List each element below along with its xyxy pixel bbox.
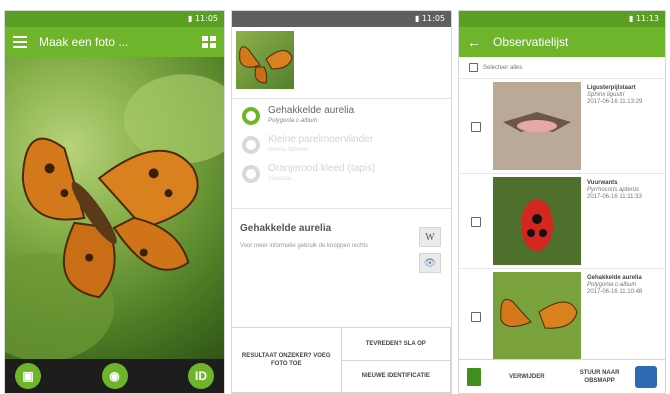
trash-icon[interactable] (467, 367, 481, 386)
list-item[interactable]: Ligusterpijlstaart Sphinx ligustri 2017-… (459, 79, 665, 174)
gallery-icon[interactable]: ▣ (15, 363, 41, 389)
identification-screen: ▮ 11:05 Gehakkelde aurelia Polygonia c-al… (231, 10, 452, 394)
page-title: Maak een foto ... (39, 35, 129, 49)
item-latin: Polygonia c-album (587, 282, 637, 288)
info-text: Voor meer informatie gebruik de knoppen … (240, 243, 369, 249)
photo-thumbnail-row (232, 27, 451, 99)
status-bar: ▮ 11:05 (5, 11, 224, 27)
gallery-grid-icon[interactable] (202, 36, 216, 48)
butterfly-illustration (5, 74, 224, 359)
butterfly-photo (5, 57, 224, 359)
species-options: Gehakkelde aurelia Polygonia c-album Klei… (232, 99, 451, 209)
uncertain-add-photo-button[interactable]: RESULTAAT ONZEKER? VOEG FOTO TOE (232, 328, 342, 393)
action-buttons: RESULTAAT ONZEKER? VOEG FOTO TOE TEVREDE… (232, 327, 451, 393)
observation-list-screen: ▮ 11:13 ← Observatielijst Selecteer alle… (458, 10, 666, 394)
item-name: Vuurwants (587, 180, 618, 186)
item-time: 2017-06-16 11:11:33 (587, 194, 642, 200)
identify-button[interactable]: ID (188, 363, 214, 389)
butterfly-thumbnail (493, 272, 581, 360)
species-option[interactable]: Kleine parelmoervlinder Issoria lathonia (242, 134, 441, 154)
status-bar: ▮ 11:13 (459, 11, 665, 27)
delete-button[interactable]: VERWIJDER (509, 373, 545, 381)
list-item[interactable]: Gehakkelde aurelia Polygonia c-album 201… (459, 269, 665, 364)
select-all-row[interactable]: Selecteer alles (459, 57, 665, 79)
info-title: Gehakkelde aurelia (240, 223, 332, 234)
app-screens-collage: ▮ 11:05 Maak een foto ... ▣ ◉ ID ▮ 11:05… (0, 0, 670, 394)
page-title: Observatielijst (493, 35, 569, 49)
camera-icon[interactable]: ◉ (101, 363, 128, 389)
camera-bottom-bar: ▣ ◉ ID (5, 359, 224, 393)
obsmapp-icon[interactable] (635, 365, 657, 388)
radio-selected[interactable] (242, 107, 260, 125)
status-bar: ▮ 11:05 (232, 11, 451, 27)
camera-screen: ▮ 11:05 Maak een foto ... ▣ ◉ ID (4, 10, 225, 394)
item-time: 2017-06-16 11:13:29 (587, 99, 643, 105)
photo-thumbnail[interactable] (236, 31, 294, 89)
wikipedia-button[interactable]: W (419, 227, 441, 247)
item-name: Gehakkelde aurelia (587, 275, 642, 281)
item-checkbox[interactable] (471, 311, 481, 322)
item-checkbox[interactable] (471, 121, 481, 132)
save-button[interactable]: TEVREDEN? SLA OP (341, 328, 451, 361)
app-bar: Maak een foto ... (5, 27, 224, 57)
species-latin: Vanessa ... (268, 176, 298, 182)
species-latin: Polygonia c-album (268, 118, 318, 124)
item-time: 2017-06-16 11:10:48 (587, 289, 643, 295)
menu-icon[interactable] (13, 36, 27, 48)
species-option[interactable]: Gehakkelde aurelia Polygonia c-album (242, 105, 441, 125)
species-info: Gehakkelde aurelia Voor meer informatie … (232, 209, 451, 333)
select-all-checkbox[interactable] (469, 63, 478, 72)
species-option[interactable]: Oranjerood kleed (tapis) Vanessa ... (242, 163, 441, 183)
list-item[interactable]: Vuurwants Pyrrhocoris apterus 2017-06-16… (459, 174, 665, 269)
species-latin: Issoria lathonia (268, 147, 309, 153)
radio-unselected[interactable] (242, 165, 260, 183)
eye-icon[interactable]: 👁 (419, 253, 441, 273)
species-name: Oranjerood kleed (tapis) (268, 163, 376, 174)
item-latin: Pyrrhocoris apterus (587, 187, 640, 193)
item-name: Ligusterpijlstaart (587, 85, 636, 91)
species-name: Kleine parelmoervlinder (268, 134, 374, 145)
item-checkbox[interactable] (471, 216, 481, 227)
app-bar: ← Observatielijst (459, 27, 665, 57)
radio-unselected[interactable] (242, 136, 260, 154)
moth-thumbnail (493, 82, 581, 170)
item-latin: Sphinx ligustri (587, 92, 625, 98)
back-arrow-icon[interactable]: ← (467, 34, 481, 50)
bug-thumbnail (493, 177, 581, 265)
list-action-bar: VERWIJDER STUUR NAAR OBSMAPP (459, 359, 665, 393)
species-name: Gehakkelde aurelia (268, 105, 355, 116)
select-all-label: Selecteer alles (483, 64, 523, 71)
new-identification-button[interactable]: NIEUWE IDENTIFICATIE (341, 360, 451, 393)
send-to-obsmapp-button[interactable]: STUUR NAAR OBSMAPP (575, 369, 625, 385)
